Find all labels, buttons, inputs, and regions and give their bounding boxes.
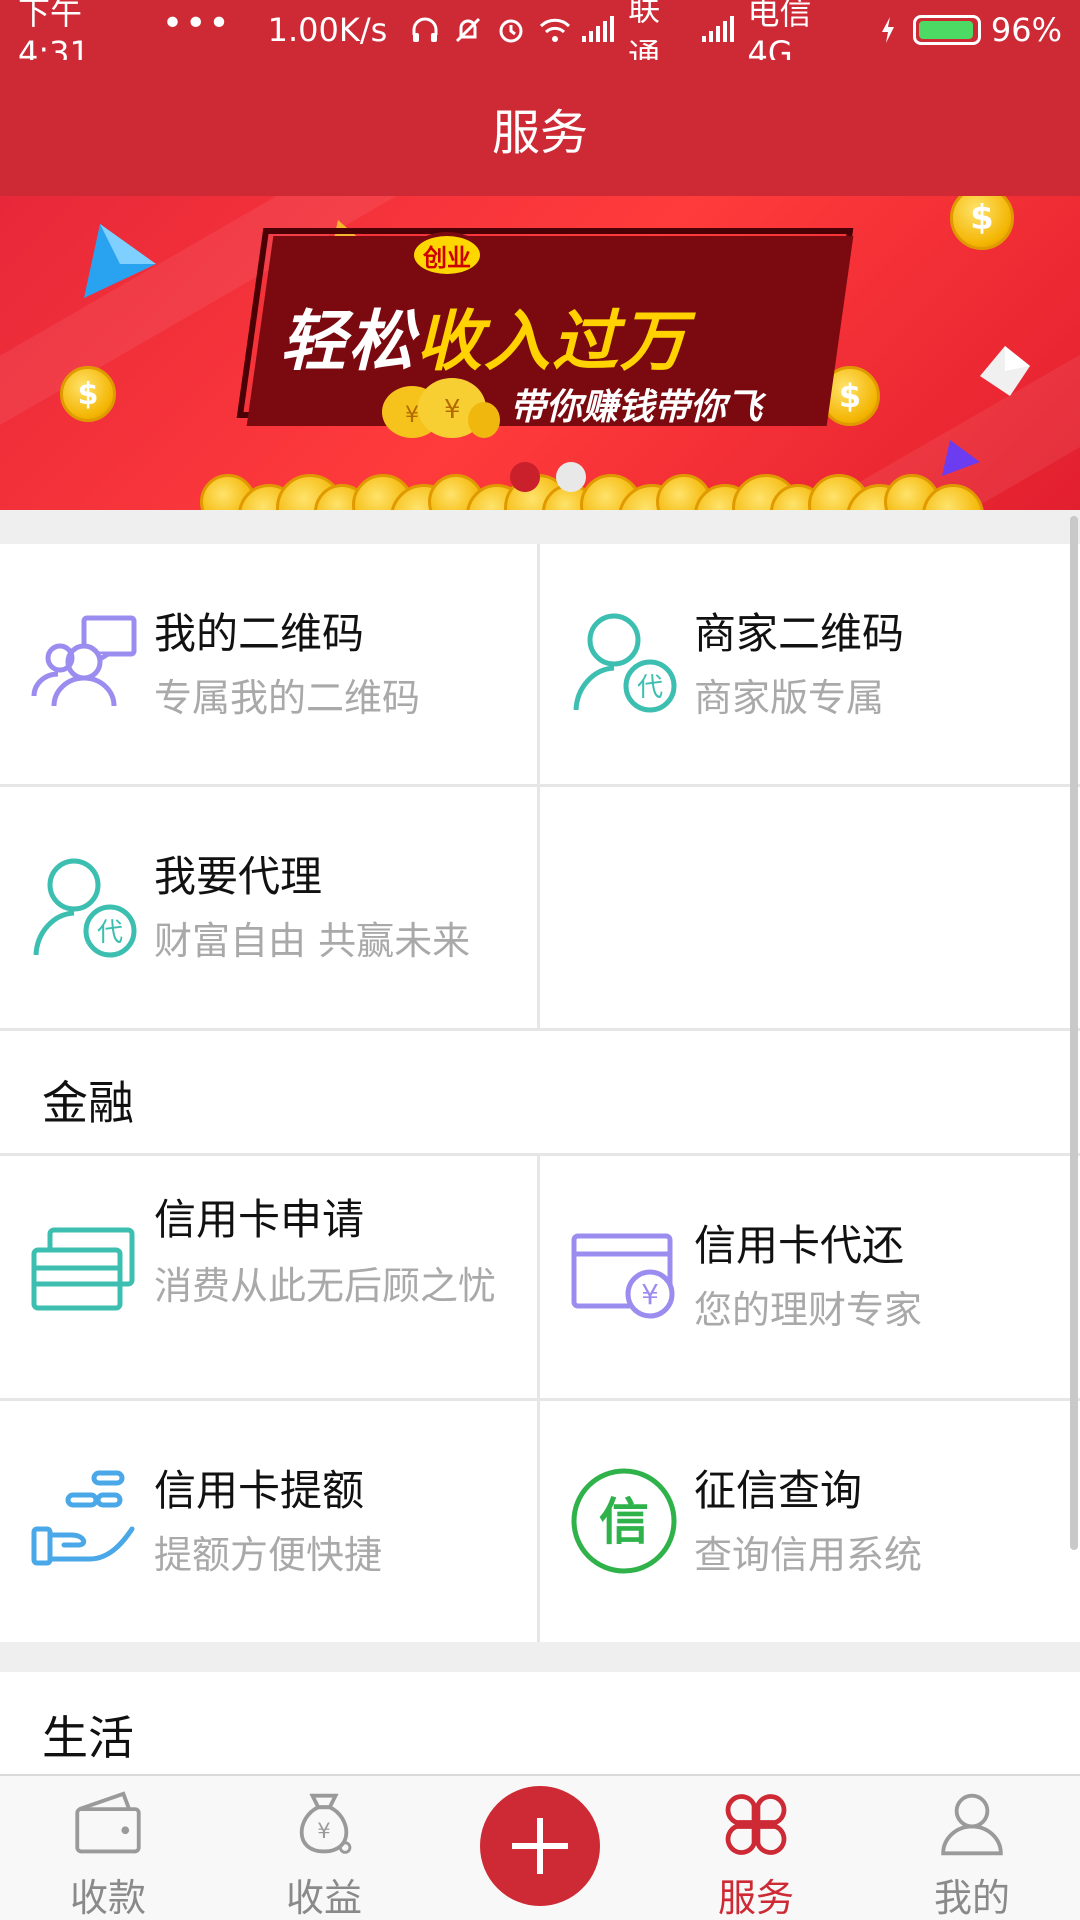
cell-title: 信用卡提额 — [154, 1466, 365, 1515]
triangle-decoration-icon — [84, 224, 156, 298]
section-title: 金融 — [42, 1076, 134, 1130]
hand-coins-icon — [31, 1470, 135, 1566]
status-speed: 1.00K/s — [267, 11, 388, 49]
cell-title: 信用卡申请 — [154, 1195, 365, 1244]
credit-card-repay-cell[interactable]: ¥ 信用卡代还 您的理财专家 — [540, 1156, 1080, 1398]
triangle-decoration-icon — [942, 440, 980, 476]
money-bags-icon: ¥ ¥ — [382, 378, 500, 438]
cell-subtitle: 商家版专属 — [694, 676, 885, 720]
charging-icon — [870, 10, 905, 50]
plus-icon — [512, 1818, 568, 1874]
scrollbar[interactable] — [1070, 516, 1078, 1550]
cell-subtitle: 财富自由 共赢未来 — [154, 919, 471, 963]
svg-text:¥: ¥ — [641, 1278, 659, 1311]
battery-percent: 96% — [990, 11, 1063, 49]
people-chat-icon — [31, 615, 137, 707]
cell-title: 征信查询 — [694, 1466, 863, 1515]
svg-text:代: 代 — [637, 673, 663, 703]
cell-subtitle: 您的理财专家 — [694, 1288, 923, 1332]
credit-card-apply-cell[interactable]: 信用卡申请 消费从此无后顾之忧 — [0, 1156, 537, 1398]
nav-label: 服务 — [717, 1876, 794, 1920]
cell-subtitle: 查询信用系统 — [694, 1533, 923, 1577]
service-screen: 下午4:31 ••• 1.00K/s 联通 电信 4G 96% 服务 $ $ $… — [0, 0, 1080, 1920]
cell-title: 我要代理 — [154, 852, 323, 901]
page-title: 服务 — [491, 105, 588, 161]
money-bag-icon: ¥ — [299, 1793, 352, 1854]
credit-card-icon — [31, 1227, 135, 1311]
cell-subtitle: 消费从此无后顾之忧 — [154, 1264, 497, 1308]
section-title: 生活 — [42, 1711, 134, 1765]
status-bar: 下午4:31 ••• 1.00K/s 联通 电信 4G 96% — [0, 0, 1080, 74]
banner-pagination[interactable] — [510, 462, 586, 492]
life-section-header: 生活 — [0, 1672, 1080, 1782]
merchant-qr-code-cell[interactable]: 代 商家二维码 商家版专属 — [540, 544, 1080, 784]
banner-tag: 创业 — [410, 232, 484, 278]
cell-title: 商家二维码 — [694, 609, 905, 658]
nav-label: 我的 — [933, 1876, 1010, 1920]
cell-title: 信用卡代还 — [694, 1221, 905, 1270]
nav-services[interactable]: 服务 — [656, 1776, 856, 1920]
wifi-icon — [537, 10, 572, 50]
status-more-icon: ••• — [161, 2, 232, 44]
agent-person-icon: 代 — [573, 613, 677, 713]
page-dot[interactable] — [510, 462, 540, 492]
coin-icon: $ — [60, 366, 116, 422]
cell-title: 我的二维码 — [154, 609, 365, 658]
svg-text:¥: ¥ — [405, 403, 419, 428]
battery-icon — [913, 15, 981, 45]
mute-icon — [451, 10, 486, 50]
nav-profile[interactable]: 我的 — [872, 1776, 1072, 1920]
credit-check-icon: 信 — [571, 1468, 677, 1574]
add-button[interactable] — [480, 1786, 600, 1906]
svg-text:¥: ¥ — [444, 395, 461, 425]
cell-subtitle: 专属我的二维码 — [154, 676, 421, 720]
finance-section-header: 金融 — [0, 1031, 1080, 1153]
my-qr-code-cell[interactable]: 我的二维码 专属我的二维码 — [0, 544, 537, 784]
promo-banner[interactable]: $ $ $ 创业 轻松收入过万 ¥ ¥ 带你赚钱带你飞 — [0, 196, 1080, 510]
banner-headline: 轻松收入过万 — [280, 288, 840, 384]
card-yen-icon: ¥ — [571, 1233, 675, 1319]
page-dot[interactable] — [556, 462, 586, 492]
nav-receive[interactable]: 收款 — [8, 1776, 208, 1920]
svg-text:代: 代 — [97, 918, 123, 948]
signal-icon — [580, 10, 616, 50]
headphone-icon — [407, 10, 442, 50]
agent-person-icon: 代 — [33, 858, 137, 958]
credit-check-cell[interactable]: 信 征信查询 查询信用系统 — [540, 1401, 1080, 1642]
coin-icon: $ — [950, 196, 1014, 250]
profile-icon — [941, 1793, 1003, 1856]
alarm-icon — [494, 10, 529, 50]
nav-label: 收款 — [69, 1876, 146, 1920]
app-header: 服务 — [0, 60, 1080, 196]
credit-limit-raise-cell[interactable]: 信用卡提额 提额方便快捷 — [0, 1401, 537, 1642]
clover-grid-icon — [725, 1794, 787, 1855]
signal-icon — [700, 10, 736, 50]
diamond-decoration-icon — [980, 346, 1030, 396]
become-agent-cell[interactable]: 代 我要代理 财富自由 共赢未来 — [0, 787, 537, 1028]
svg-text:¥: ¥ — [317, 1818, 330, 1843]
nav-label: 收益 — [285, 1876, 362, 1920]
wallet-icon — [75, 1791, 141, 1854]
banner-subline: 带你赚钱带你飞 — [510, 387, 763, 428]
cell-subtitle: 提额方便快捷 — [154, 1533, 383, 1577]
svg-text:信: 信 — [599, 1493, 649, 1551]
nav-earnings[interactable]: ¥ 收益 — [224, 1776, 424, 1920]
